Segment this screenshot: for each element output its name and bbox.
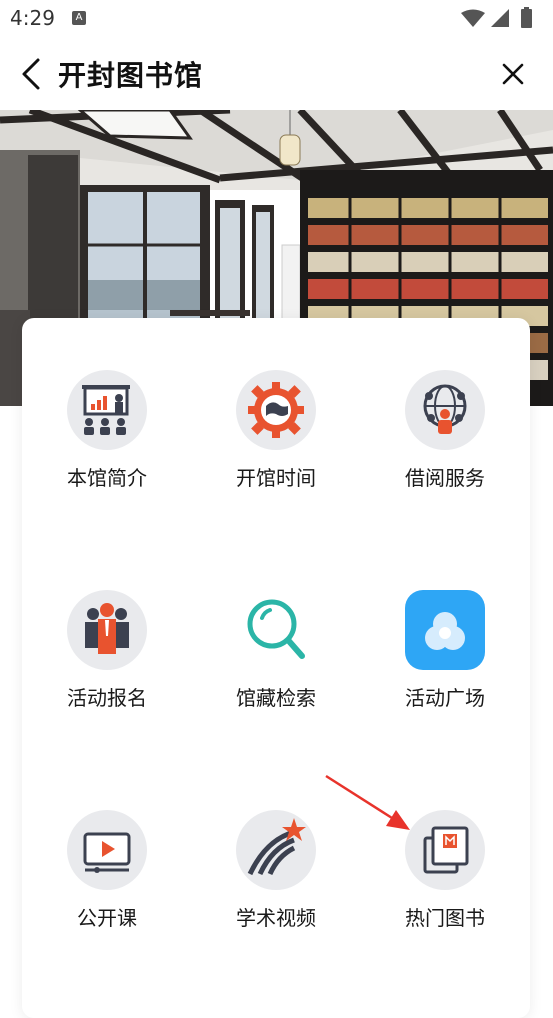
menu-item-label: 开馆时间 <box>236 466 316 490</box>
menu-item-label: 借阅服务 <box>405 466 485 490</box>
menu-item-popular-books[interactable]: 热门图书 <box>375 810 515 970</box>
status-bar: 4:29 A <box>0 0 553 38</box>
video-play-icon <box>67 810 147 890</box>
menu-item-academic-video[interactable]: 学术视频 <box>206 810 346 970</box>
status-time: 4:29 <box>10 6 55 30</box>
menu-card: 本馆简介 开馆时间 借阅服务 活动报名 馆藏检索 活动广场 公开课 学术视频 热… <box>22 318 530 1018</box>
page-title: 开封图书馆 <box>58 59 204 92</box>
network-person-icon <box>405 370 485 450</box>
close-icon[interactable] <box>497 58 529 90</box>
menu-item-label: 馆藏检索 <box>236 686 316 710</box>
menu-item-label: 公开课 <box>77 906 137 930</box>
menu-item-activity-signup[interactable]: 活动报名 <box>37 590 177 750</box>
menu-item-label: 热门图书 <box>405 906 485 930</box>
menu-item-open-course[interactable]: 公开课 <box>37 810 177 970</box>
menu-item-label: 学术视频 <box>236 906 316 930</box>
signal-battery-icon <box>461 7 532 28</box>
presentation-icon <box>67 370 147 450</box>
shooting-star-icon <box>236 810 316 890</box>
menu-item-label: 本馆简介 <box>67 466 147 490</box>
menu-item-label: 活动广场 <box>405 686 485 710</box>
top-nav-bar: 开封图书馆 <box>0 38 553 110</box>
menu-item-label: 活动报名 <box>67 686 147 710</box>
notification-icon: A <box>72 11 86 25</box>
menu-item-library-intro[interactable]: 本馆简介 <box>37 370 177 530</box>
gear-globe-icon <box>236 370 316 450</box>
circles-app-icon <box>405 590 485 670</box>
people-group-icon <box>67 590 147 670</box>
menu-item-activity-square[interactable]: 活动广场 <box>375 590 515 750</box>
menu-item-opening-hours[interactable]: 开馆时间 <box>206 370 346 530</box>
books-icon <box>405 810 485 890</box>
menu-item-borrow-service[interactable]: 借阅服务 <box>375 370 515 530</box>
search-icon <box>247 599 305 659</box>
menu-item-collection-search[interactable]: 馆藏检索 <box>206 590 346 750</box>
back-arrow-icon[interactable] <box>14 56 50 92</box>
